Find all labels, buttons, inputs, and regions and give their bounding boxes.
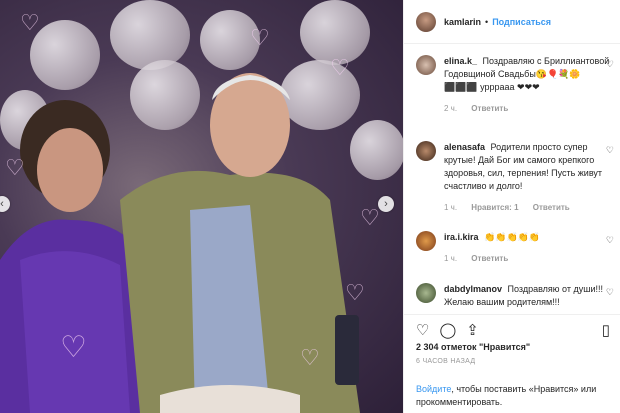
heart-decor-icon: ♡: [330, 55, 350, 80]
avatar[interactable]: [416, 231, 436, 251]
separator-dot: •: [485, 16, 489, 27]
avatar[interactable]: [416, 11, 436, 32]
likes-count[interactable]: 2 304 отметок "Нравится": [416, 342, 530, 352]
comment-username[interactable]: dabdylmanov: [444, 284, 502, 294]
login-link[interactable]: Войдите: [416, 384, 451, 394]
reply-button[interactable]: Ответить: [471, 104, 508, 113]
reply-button[interactable]: Ответить: [471, 254, 508, 263]
like-comment-icon[interactable]: ♡: [606, 287, 614, 298]
post-sidebar: kamlarin • Подписаться elina.k_ Поздравл…: [403, 0, 620, 413]
comment-time[interactable]: 1 ч.: [444, 254, 457, 263]
heart-decor-icon: ♡: [300, 345, 320, 370]
heart-decor-icon: ♡: [60, 331, 87, 364]
comment: ira.i.kira 👏👏👏👏👏 1 ч. Ответить ♡: [416, 231, 614, 265]
post-photo[interactable]: ♡ ♡ ♡ ♡ ♡ ♡ ♡ ♡ ‹ ›: [0, 0, 403, 413]
comment-likes[interactable]: Нравится: 1: [471, 203, 518, 212]
comment-meta: 2 ч. Ответить: [444, 102, 614, 115]
heart-decor-icon: ♡: [250, 25, 270, 50]
comment-username[interactable]: ira.i.kira: [444, 232, 479, 242]
avatar[interactable]: [416, 141, 436, 161]
follow-button[interactable]: Подписаться: [492, 17, 551, 27]
like-comment-icon[interactable]: ♡: [606, 59, 614, 70]
post-header: kamlarin • Подписаться: [404, 0, 620, 44]
heart-icon[interactable]: ♡: [416, 321, 429, 339]
heart-decor-icon: ♡: [5, 155, 25, 180]
next-photo-button[interactable]: ›: [378, 196, 394, 212]
comment-username[interactable]: alenasafa: [444, 142, 485, 152]
post: ♡ ♡ ♡ ♡ ♡ ♡ ♡ ♡ ‹ › kamlarin • Подписать…: [0, 0, 620, 413]
avatar[interactable]: [416, 55, 436, 75]
heart-decor-icon: ♡: [345, 280, 365, 305]
comment-meta: 1 ч. Нравится: 1 Ответить: [444, 201, 614, 214]
post-author-username[interactable]: kamlarin: [444, 17, 481, 27]
comment-meta: 1 ч. Ответить: [444, 252, 614, 265]
comment-time[interactable]: 2 ч.: [444, 104, 457, 113]
login-prompt: Войдите, чтобы поставить «Нравится» или …: [416, 383, 616, 409]
comment: dabdylmanov Поздравляю от души!!! Желаю …: [416, 283, 614, 309]
comment-text: 👏👏👏👏👏: [484, 232, 541, 242]
share-icon[interactable]: ⇪: [466, 321, 479, 339]
heart-decor-icon: ♡: [360, 205, 380, 230]
comment-icon[interactable]: ◯: [439, 321, 456, 339]
avatar[interactable]: [416, 283, 436, 303]
comment-time[interactable]: 1 ч.: [444, 203, 457, 212]
like-comment-icon[interactable]: ♡: [606, 235, 614, 246]
comment: elina.k_ Поздравляю с Бриллиантовой Годо…: [416, 55, 614, 115]
comment: alenasafa Родители просто супер крутые! …: [416, 141, 614, 214]
comment-list[interactable]: elina.k_ Поздравляю с Бриллиантовой Годо…: [404, 44, 620, 310]
action-icons: ♡ ◯ ⇪: [416, 321, 479, 339]
bookmark-icon[interactable]: ▯: [602, 321, 610, 339]
like-comment-icon[interactable]: ♡: [606, 145, 614, 156]
comment-username[interactable]: elina.k_: [444, 56, 477, 66]
post-time[interactable]: 6 ЧАСОВ НАЗАД: [416, 358, 475, 365]
reply-button[interactable]: Ответить: [533, 203, 570, 212]
heart-decor-icon: ♡: [20, 10, 40, 35]
post-actions: ♡ ◯ ⇪ ▯ 2 304 отметок "Нравится" 6 ЧАСОВ…: [404, 314, 620, 407]
